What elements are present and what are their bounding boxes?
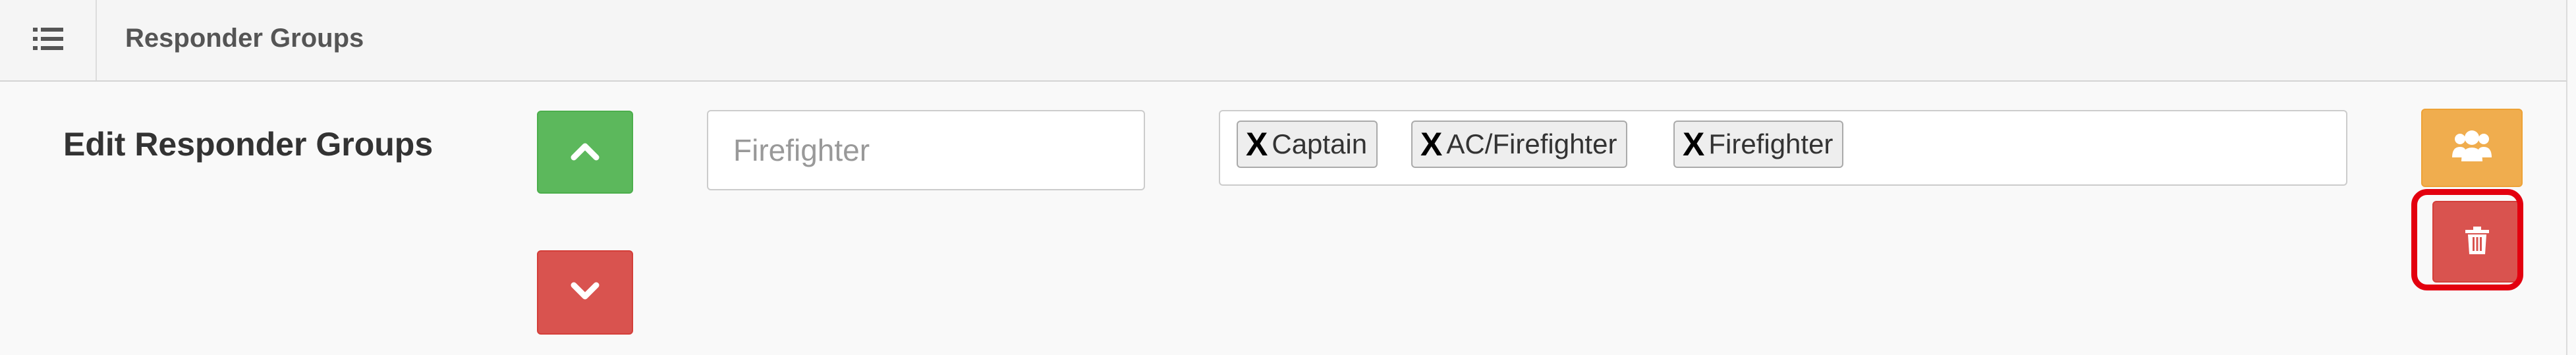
tag-chip: X Firefighter: [1673, 121, 1844, 168]
chevron-up-icon: [571, 141, 600, 164]
page-title: Responder Groups: [125, 24, 364, 53]
group-name-input[interactable]: [707, 110, 1145, 190]
tag-label: Captain: [1272, 128, 1368, 159]
tag-label: AC/Firefighter: [1446, 128, 1617, 159]
tag-label: Firefighter: [1708, 128, 1834, 159]
move-up-button[interactable]: [537, 111, 633, 194]
responder-tags-input[interactable]: X Captain X AC/Firefighter X Firefighter: [1219, 110, 2347, 186]
page-header: Responder Groups: [0, 0, 2567, 82]
tag-remove-button[interactable]: X: [1683, 128, 1704, 161]
manage-groups-button[interactable]: [2421, 109, 2523, 187]
highlight-box: [2411, 189, 2523, 290]
tag-remove-button[interactable]: X: [1246, 128, 1268, 161]
section-label: Edit Responder Groups: [63, 126, 434, 163]
chevron-down-icon: [571, 281, 600, 304]
move-down-button[interactable]: [537, 250, 633, 335]
tag-chip: X Captain: [1237, 121, 1378, 168]
tag-remove-button[interactable]: X: [1420, 128, 1442, 161]
menu-toggle-button[interactable]: [0, 0, 97, 80]
tag-chip: X AC/Firefighter: [1411, 121, 1628, 168]
users-icon: [2451, 130, 2493, 166]
list-icon: [32, 26, 63, 55]
